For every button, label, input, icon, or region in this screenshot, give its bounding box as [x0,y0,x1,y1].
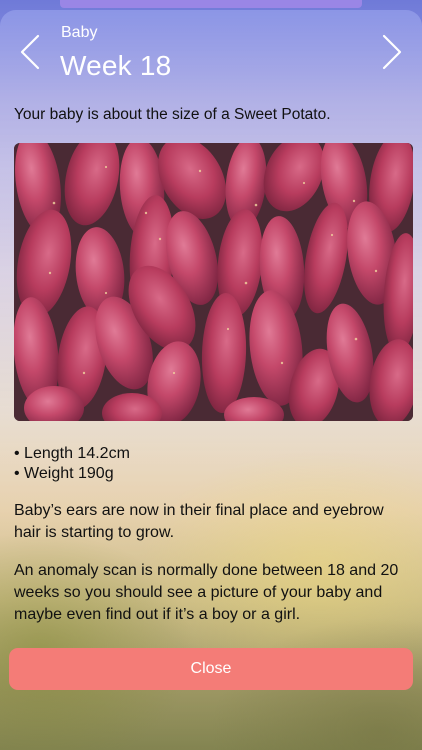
chevron-left-icon [20,34,40,70]
top-handle-strip [60,0,362,8]
development-paragraph: Baby’s ears are now in their final place… [14,502,384,541]
chevron-right-icon [382,34,402,70]
size-comparison-text: Your baby is about the size of a Sweet P… [14,106,331,123]
next-week-button[interactable] [374,32,410,72]
week-detail-panel: Baby Week 18 Your baby is about the size… [0,10,422,750]
section-label: Baby [61,24,98,41]
sweet-potato-photo [14,143,413,421]
page-title: Week 18 [60,50,172,81]
previous-week-button[interactable] [12,32,48,72]
baby-measurements-list: • Length 14.2cm • Weight 190g [14,444,408,484]
length-fact: • Length 14.2cm [14,445,130,462]
close-button[interactable]: Close [9,648,413,690]
weight-fact: • Weight 190g [14,465,114,482]
week-navigation-header: Baby Week 18 [0,10,422,90]
anomaly-scan-paragraph: An anomaly scan is normally done between… [14,562,399,623]
